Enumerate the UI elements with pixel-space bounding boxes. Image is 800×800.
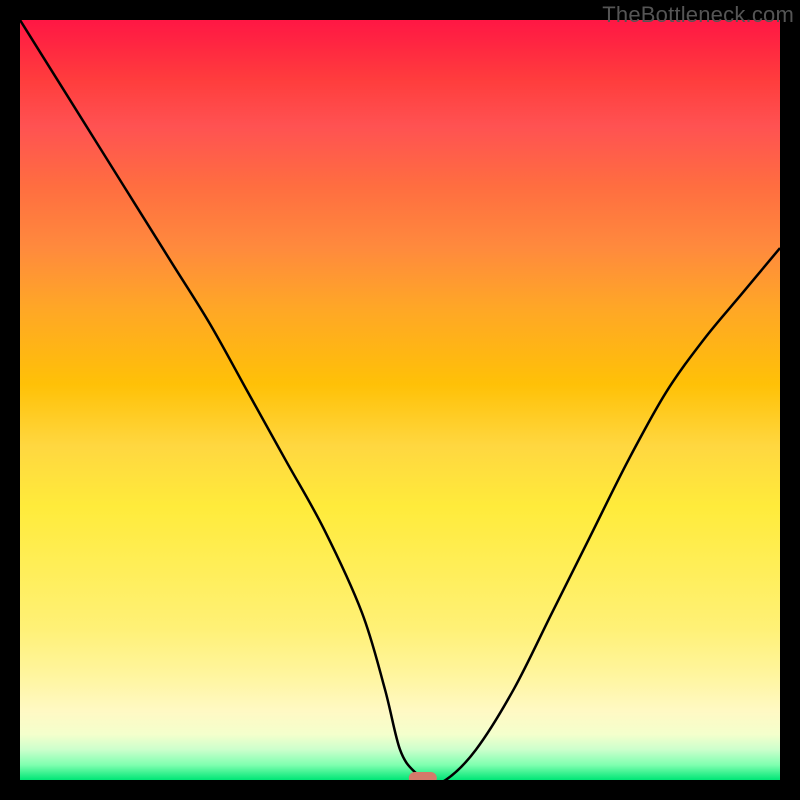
watermark-text: TheBottleneck.com bbox=[602, 2, 794, 28]
minimum-marker bbox=[409, 772, 437, 780]
bottleneck-curve bbox=[20, 20, 780, 780]
chart-container: TheBottleneck.com bbox=[0, 0, 800, 800]
curve-svg bbox=[20, 20, 780, 780]
x-axis-line bbox=[20, 780, 780, 782]
plot-area bbox=[20, 20, 780, 780]
